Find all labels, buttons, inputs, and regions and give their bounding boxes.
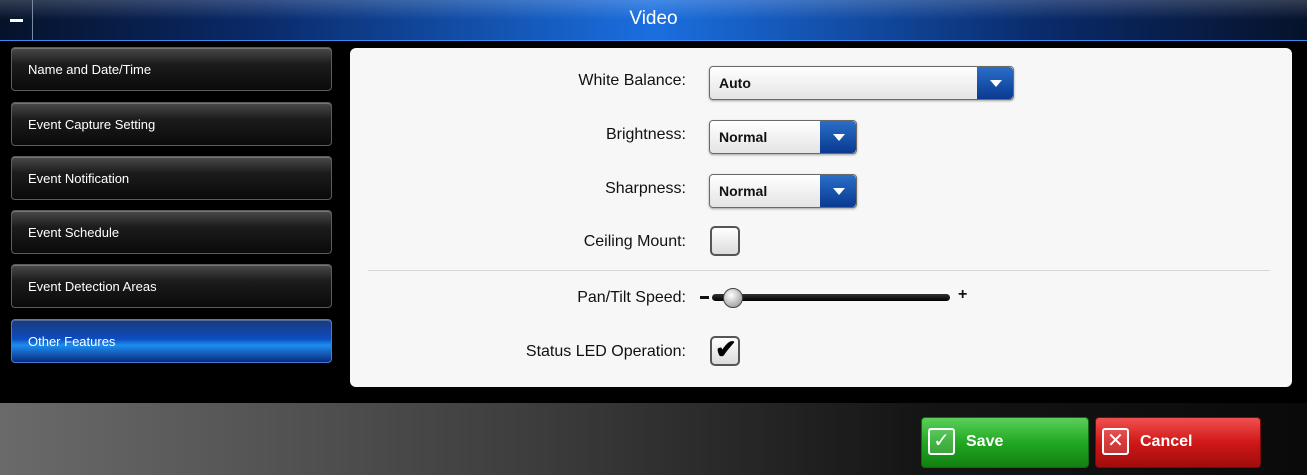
divider bbox=[368, 270, 1270, 271]
status-led-checkbox[interactable]: ✔ bbox=[710, 334, 740, 366]
ceiling-mount-checkbox[interactable] bbox=[710, 226, 740, 256]
close-icon: ✕ bbox=[1102, 428, 1129, 455]
pan-tilt-speed-label: Pan/Tilt Speed: bbox=[577, 289, 686, 306]
sidebar-item-other-features[interactable]: Other Features bbox=[11, 319, 332, 363]
cancel-button[interactable]: ✕ Cancel bbox=[1095, 417, 1261, 468]
pan-tilt-speed-slider[interactable]: + bbox=[700, 286, 980, 310]
save-button-label: Save bbox=[966, 433, 1004, 450]
settings-panel: White Balance: Auto Brightness: Normal S… bbox=[350, 48, 1292, 387]
sidebar-item-event-capture-setting[interactable]: Event Capture Setting bbox=[11, 102, 332, 146]
checkmark-icon: ✔ bbox=[715, 334, 737, 364]
checkmark-icon: ✓ bbox=[928, 428, 955, 455]
slider-track bbox=[712, 294, 950, 301]
white-balance-label: White Balance: bbox=[578, 72, 686, 89]
title-bar: Video bbox=[0, 0, 1307, 41]
sidebar-item-event-schedule[interactable]: Event Schedule bbox=[11, 210, 332, 254]
slider-thumb[interactable] bbox=[723, 288, 743, 308]
footer-bar: ✓ Save ✕ Cancel bbox=[0, 403, 1307, 475]
plus-icon: + bbox=[958, 286, 968, 303]
sidebar-item-event-notification[interactable]: Event Notification bbox=[11, 156, 332, 200]
chevron-down-icon bbox=[820, 121, 856, 153]
sidebar-item-label: Event Capture Setting bbox=[28, 117, 156, 132]
save-button[interactable]: ✓ Save bbox=[921, 417, 1089, 468]
sidebar: Name and Date/Time Event Capture Setting… bbox=[0, 42, 345, 402]
sidebar-item-label: Name and Date/Time bbox=[28, 62, 152, 77]
ceiling-mount-label: Ceiling Mount: bbox=[583, 233, 686, 250]
brightness-value: Normal bbox=[719, 129, 768, 145]
white-balance-select[interactable]: Auto bbox=[709, 66, 1014, 100]
sidebar-item-label: Event Schedule bbox=[28, 225, 120, 240]
sidebar-item-label: Event Detection Areas bbox=[28, 279, 157, 294]
minus-icon bbox=[700, 296, 709, 299]
white-balance-value: Auto bbox=[719, 75, 751, 91]
brightness-select[interactable]: Normal bbox=[709, 120, 857, 154]
sharpness-value: Normal bbox=[719, 183, 768, 199]
brightness-label: Brightness: bbox=[605, 126, 686, 143]
sharpness-select[interactable]: Normal bbox=[709, 174, 857, 208]
status-led-label: Status LED Operation: bbox=[525, 343, 686, 360]
window-title: Video bbox=[629, 8, 678, 29]
sidebar-item-event-detection-areas[interactable]: Event Detection Areas bbox=[11, 264, 332, 308]
sharpness-label: Sharpness: bbox=[605, 180, 686, 197]
cancel-button-label: Cancel bbox=[1140, 433, 1193, 450]
chevron-down-icon bbox=[820, 175, 856, 207]
sidebar-item-label: Event Notification bbox=[28, 171, 130, 186]
sidebar-item-name-and-date-time[interactable]: Name and Date/Time bbox=[11, 47, 332, 91]
sidebar-item-label: Other Features bbox=[28, 334, 116, 349]
chevron-down-icon bbox=[977, 67, 1013, 99]
